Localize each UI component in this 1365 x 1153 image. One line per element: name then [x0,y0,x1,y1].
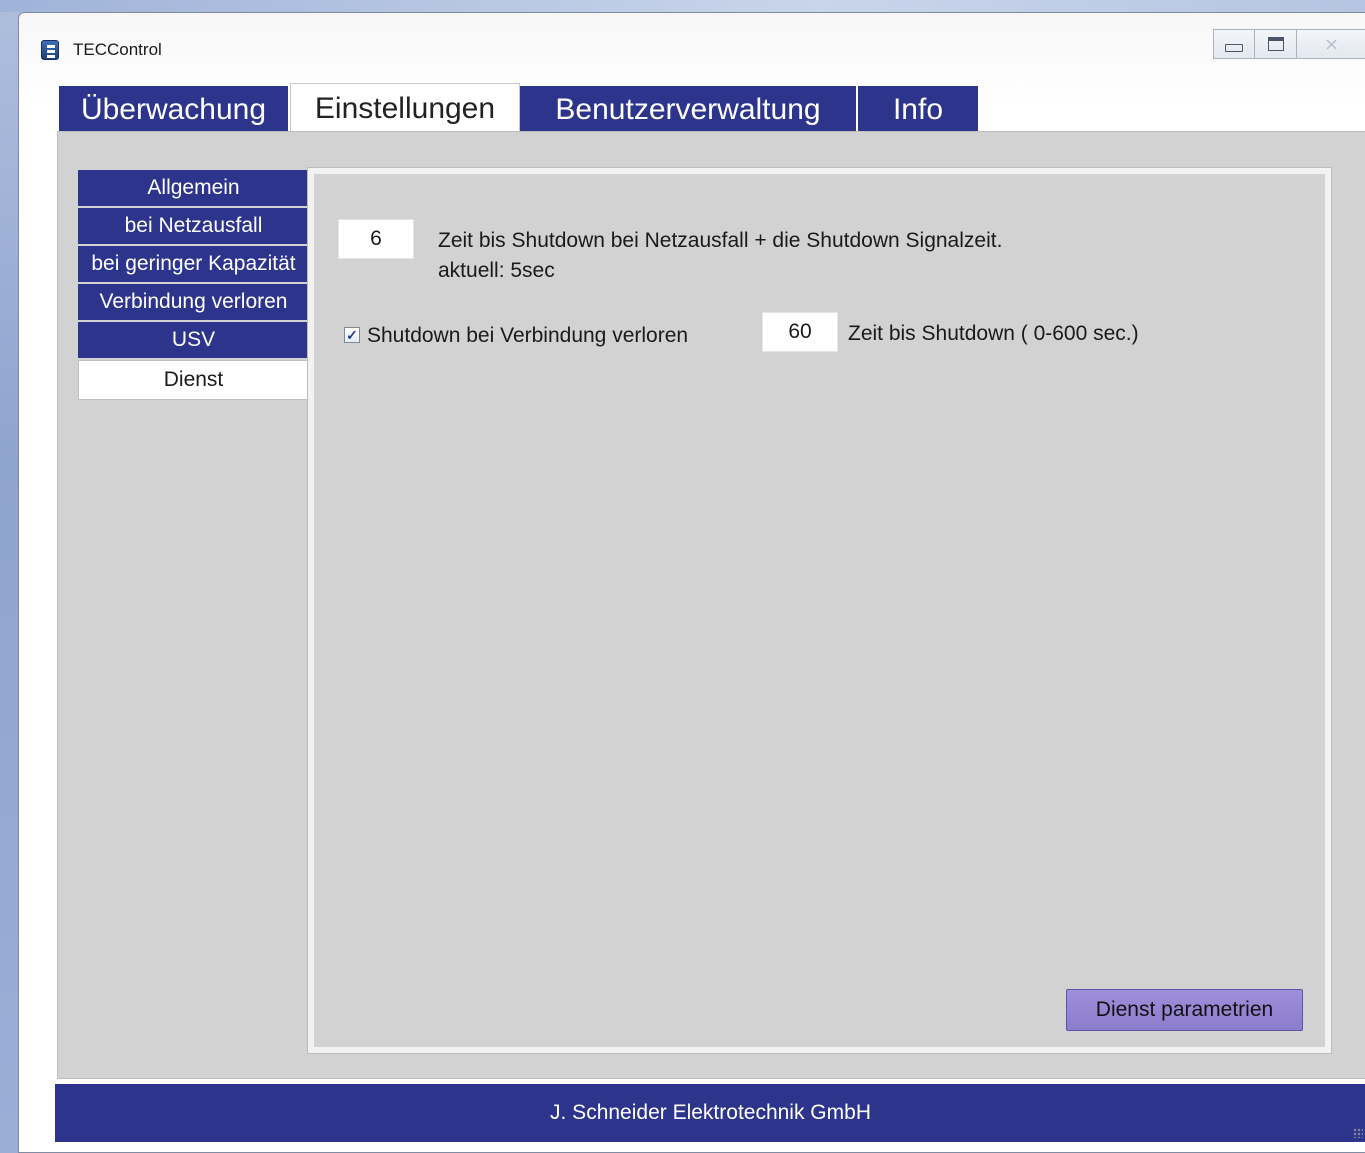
window-controls: ⨯ [1213,29,1365,59]
shutdown-time-label: Zeit bis Shutdown bei Netzausfall + die … [438,229,1003,252]
sidebar-item-allgemein[interactable]: Allgemein [78,170,309,206]
minimize-icon[interactable] [1213,29,1255,59]
dienst-settings-panel: 6 Zeit bis Shutdown bei Netzausfall + di… [307,167,1332,1054]
sidebar-item-verbindung-verloren[interactable]: Verbindung verloren [78,284,309,320]
desktop-background [0,0,1365,12]
connection-lost-time-label: Zeit bis Shutdown ( 0-600 sec.) [848,322,1139,345]
resize-grip-icon[interactable] [1353,1128,1363,1138]
app-icon [41,40,59,60]
sidebar-item-geringe-kapazitaet[interactable]: bei geringer Kapazität [78,246,309,282]
connection-lost-checkbox-label[interactable]: Shutdown bei Verbindung verloren [367,324,688,348]
app-window: TECControl ⨯ Überwachung Einstellungen B… [18,12,1365,1153]
company-name: J. Schneider Elektrotechnik GmbH [550,1101,871,1124]
dienst-parametrien-button[interactable]: Dienst parametrien [1066,989,1303,1031]
title-bar[interactable]: TECControl ⨯ [19,13,1365,75]
footer-bar: J. Schneider Elektrotechnik GmbH [55,1084,1365,1142]
main-tab-bar: Überwachung Einstellungen Benutzerverwal… [59,83,980,133]
window-title: TECControl [73,40,162,59]
sidebar-item-usv[interactable]: USV [78,322,309,358]
tab-einstellungen[interactable]: Einstellungen [290,83,520,133]
settings-content-area: Allgemein bei Netzausfall bei geringer K… [57,131,1365,1079]
tab-benutzerverwaltung[interactable]: Benutzerverwaltung [520,86,858,133]
settings-sidebar: Allgemein bei Netzausfall bei geringer K… [78,170,309,402]
connection-lost-checkbox[interactable]: ✓ [344,327,360,343]
maximize-icon[interactable] [1255,29,1297,59]
sidebar-item-netzausfall[interactable]: bei Netzausfall [78,208,309,244]
tab-info[interactable]: Info [858,86,980,133]
shutdown-time-input[interactable]: 6 [338,219,414,259]
connection-lost-time-input[interactable]: 60 [762,312,838,352]
tab-ueberwachung[interactable]: Überwachung [59,86,290,133]
sidebar-item-dienst[interactable]: Dienst [78,360,309,400]
current-value-label: aktuell: 5sec [438,259,555,282]
close-icon[interactable]: ⨯ [1297,29,1365,59]
